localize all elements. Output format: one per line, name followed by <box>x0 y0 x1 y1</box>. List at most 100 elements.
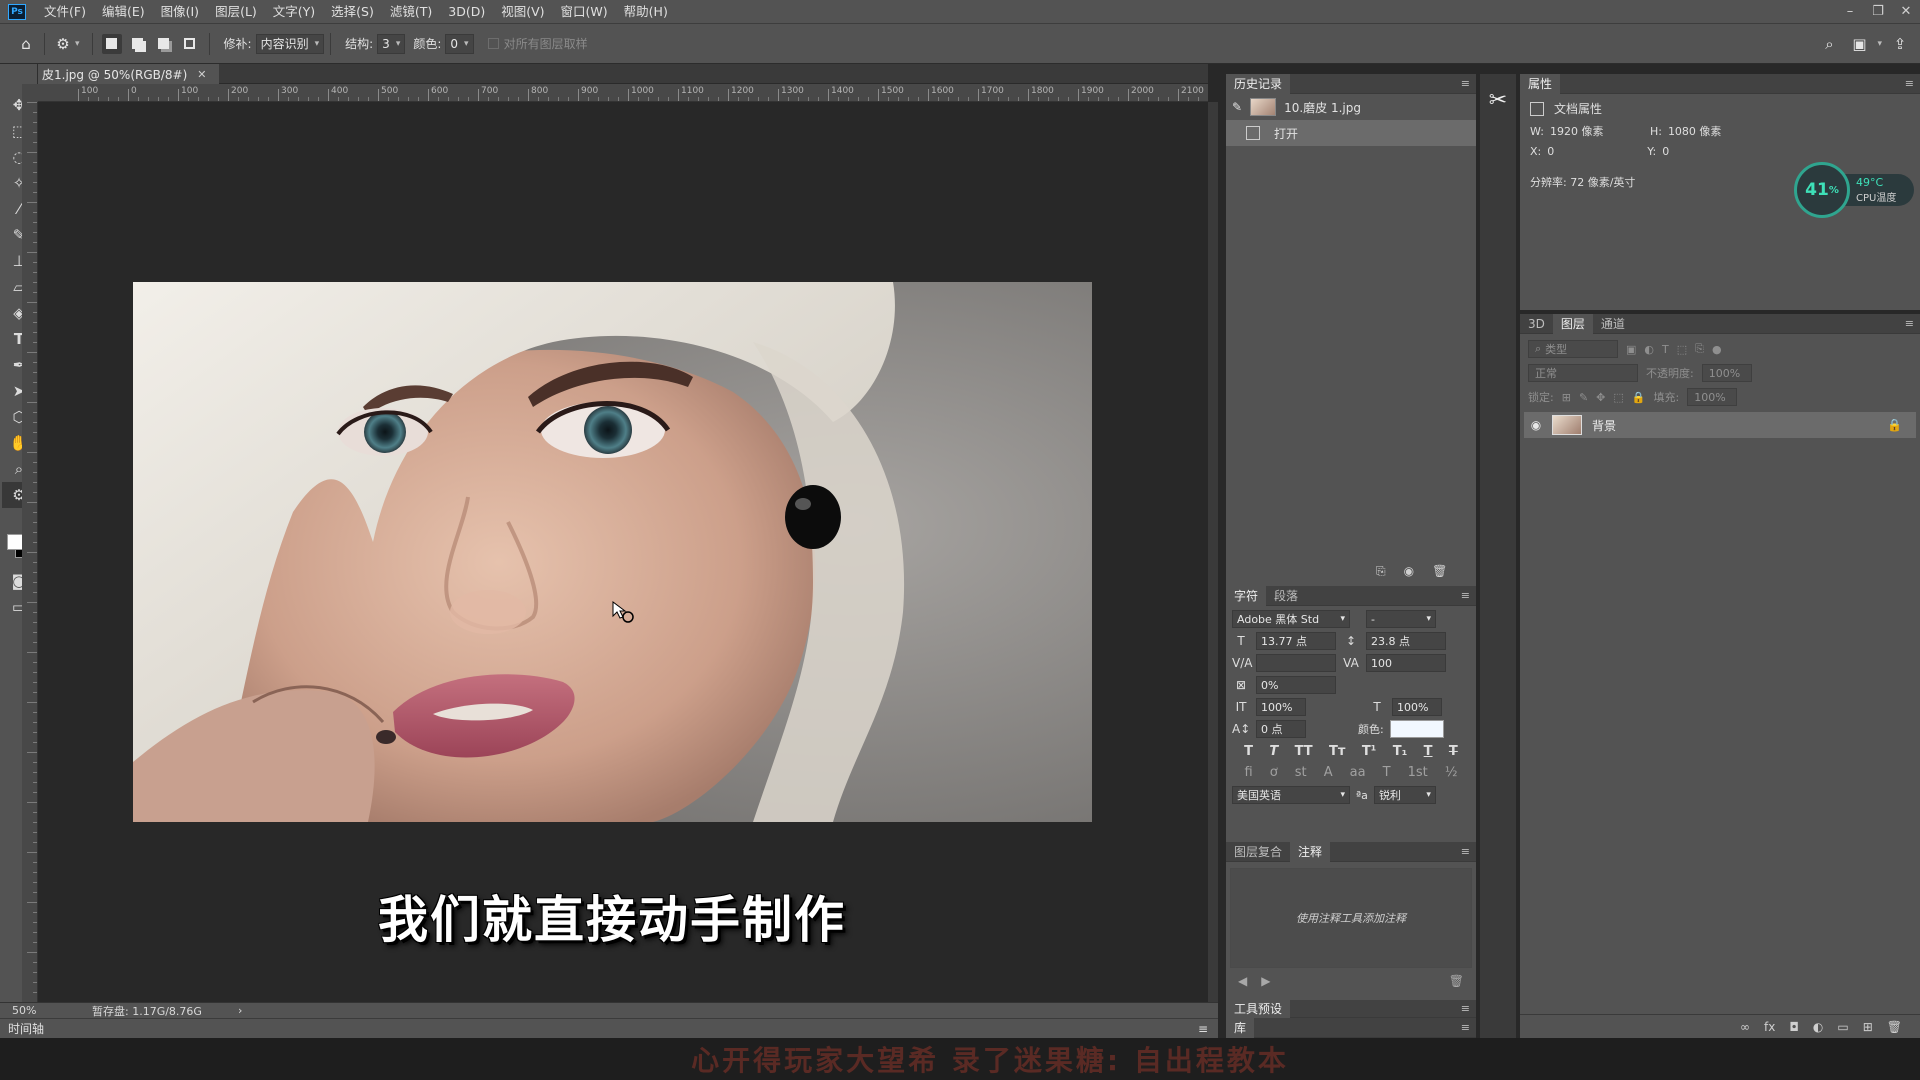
smart-object-filter-icon[interactable]: ⎘ <box>1695 342 1704 356</box>
subtract-selection-mode-button[interactable] <box>154 34 174 54</box>
layer-row[interactable]: ◉ 背景 🔒 <box>1524 412 1916 438</box>
tab-layer-comps[interactable]: 图层复合 <box>1226 842 1290 862</box>
menu-window[interactable]: 窗口(W) <box>553 0 616 24</box>
x-value[interactable]: 0 <box>1547 145 1647 158</box>
menu-layer[interactable]: 图层(L) <box>207 0 265 24</box>
previous-note-icon[interactable]: ◀ <box>1238 974 1247 988</box>
filter-toggle-icon[interactable]: ● <box>1712 343 1722 356</box>
width-value[interactable]: 1920 像素 <box>1550 123 1650 139</box>
lock-artboard-icon[interactable]: ⬚ <box>1613 391 1623 404</box>
panel-menu-icon[interactable]: ≡ <box>1461 1002 1470 1015</box>
new-document-from-state-icon[interactable]: ⎘ <box>1376 564 1386 579</box>
menu-select[interactable]: 选择(S) <box>323 0 382 24</box>
underline-icon[interactable]: T <box>1424 744 1433 759</box>
home-icon[interactable]: ⌂ <box>14 32 38 56</box>
visibility-eye-icon[interactable]: ◉ <box>1524 418 1548 432</box>
new-group-icon[interactable]: ▭ <box>1837 1020 1848 1034</box>
close-icon[interactable]: ✕ <box>197 68 206 81</box>
timeline-panel[interactable]: 时间轴 ≡ <box>0 1018 1218 1038</box>
kerning-field[interactable] <box>1256 654 1336 672</box>
menu-filter[interactable]: 滤镜(T) <box>382 0 440 24</box>
stylistic-icon[interactable]: st <box>1295 765 1307 780</box>
adjustment-filter-icon[interactable]: ◐ <box>1644 343 1654 356</box>
fill-field[interactable]: 100% <box>1687 388 1738 406</box>
portrait-photo[interactable] <box>133 282 1092 822</box>
antialias-select[interactable]: 锐利 ▾ <box>1373 786 1436 804</box>
panel-menu-icon[interactable]: ≡ <box>1905 77 1914 90</box>
add-mask-icon[interactable]: ◘ <box>1789 1020 1799 1034</box>
add-selection-mode-button[interactable] <box>128 34 148 54</box>
document-tab[interactable]: 皮1.jpg @ 50%(RGB/8#) ✕ <box>38 64 219 84</box>
lock-icon[interactable]: 🔒 <box>1887 418 1902 432</box>
menu-image[interactable]: 图像(I) <box>153 0 207 24</box>
panel-menu-icon[interactable]: ≡ <box>1198 1022 1208 1036</box>
y-value[interactable]: 0 <box>1662 145 1669 158</box>
vertical-scale-field[interactable]: 100% <box>1256 698 1306 716</box>
sample-all-layers-checkbox[interactable]: 对所有图层取样 <box>487 35 588 52</box>
leading-field[interactable]: 23.8 点 <box>1366 632 1446 650</box>
menu-3d[interactable]: 3D(D) <box>440 0 493 24</box>
next-note-icon[interactable]: ▶ <box>1261 974 1270 988</box>
tab-paragraph[interactable]: 段落 <box>1266 586 1306 606</box>
canvas-scrollbar[interactable] <box>1208 102 1218 1002</box>
minimize-icon[interactable]: – <box>1836 0 1864 24</box>
library-panel[interactable]: 库 ≡ <box>1226 1017 1476 1038</box>
all-caps-icon[interactable]: TT <box>1295 744 1313 759</box>
ordinals-icon[interactable]: 1st <box>1408 765 1428 780</box>
foreground-color-swatch[interactable] <box>7 534 23 550</box>
properties-title[interactable]: 属性 <box>1520 73 1561 94</box>
cpu-widget[interactable]: 49°C CPU温度 41% <box>1794 162 1914 218</box>
panel-menu-icon[interactable]: ≡ <box>1461 1021 1470 1034</box>
swash-icon[interactable]: A <box>1324 765 1333 780</box>
chevron-down-icon[interactable]: ▾ <box>75 39 80 49</box>
font-family-select[interactable]: Adobe 黑体 Std ▾ <box>1232 610 1350 628</box>
history-snapshot[interactable]: ✎ 10.磨皮 1.jpg <box>1226 94 1476 120</box>
trash-icon[interactable]: 🗑 <box>1887 1020 1902 1034</box>
close-icon[interactable]: ✕ <box>1892 0 1920 24</box>
menu-edit[interactable]: 编辑(E) <box>94 0 153 24</box>
tab-3d[interactable]: 3D <box>1520 314 1553 334</box>
panel-menu-icon[interactable]: ≡ <box>1461 589 1470 602</box>
tracking-field[interactable]: 100 <box>1366 654 1446 672</box>
repair-select[interactable]: 内容识别 ▾ <box>255 33 325 54</box>
brush-source-icon[interactable]: ✎ <box>1232 100 1242 114</box>
layer-filter-select[interactable]: ⌕ 类型 <box>1528 340 1618 358</box>
history-tab[interactable]: 历史记录 <box>1226 73 1291 94</box>
discretionary-ligature-icon[interactable]: ơ <box>1270 765 1278 780</box>
menu-file[interactable]: 文件(F) <box>36 0 94 24</box>
faux-italic-icon[interactable]: T <box>1269 744 1278 759</box>
tab-character[interactable]: 字符 <box>1226 585 1267 606</box>
lock-pixels-icon[interactable]: ✎ <box>1579 391 1588 404</box>
blend-mode-select[interactable]: 正常 <box>1528 364 1638 382</box>
pixel-filter-icon[interactable]: ▣ <box>1626 343 1636 356</box>
tab-notes[interactable]: 注释 <box>1290 841 1331 862</box>
shape-filter-icon[interactable]: ⬚ <box>1677 343 1687 356</box>
faux-bold-icon[interactable]: T <box>1244 744 1253 759</box>
color-select[interactable]: 0 ▾ <box>445 33 474 54</box>
ordinal-icon[interactable]: T <box>1383 765 1391 780</box>
restore-icon[interactable]: ❐ <box>1864 0 1892 24</box>
patch-tool-preset-icon[interactable]: ⚙ <box>51 32 75 56</box>
lock-all-icon[interactable]: 🔒 <box>1632 391 1646 404</box>
tab-channels[interactable]: 通道 <box>1593 314 1633 334</box>
fx-icon[interactable]: fx <box>1764 1020 1775 1034</box>
share-icon[interactable]: ⇪ <box>1888 32 1912 56</box>
subscript-icon[interactable]: T₁ <box>1393 744 1408 759</box>
tool-presets-panel[interactable]: 工具预设 ≡ <box>1226 999 1476 1018</box>
ligature-icon[interactable]: fi <box>1245 765 1253 780</box>
history-step[interactable]: 打开 <box>1226 120 1476 146</box>
font-style-select[interactable]: - ▾ <box>1366 610 1436 628</box>
zoom-level[interactable]: 50% <box>12 1004 72 1017</box>
trash-icon[interactable]: 🗑 <box>1432 564 1447 579</box>
trash-icon[interactable]: 🗑 <box>1449 974 1464 988</box>
link-layers-icon[interactable]: ∞ <box>1740 1020 1750 1034</box>
structure-select[interactable]: 3 ▾ <box>377 33 406 54</box>
adjustment-layer-icon[interactable]: ◐ <box>1813 1020 1823 1034</box>
horizontal-scale-field[interactable]: 100% <box>1392 698 1442 716</box>
chevron-down-icon[interactable]: ▾ <box>1877 39 1882 49</box>
panel-menu-icon[interactable]: ≡ <box>1905 317 1914 330</box>
lock-position-icon[interactable]: ✥ <box>1596 391 1605 404</box>
lock-transparent-icon[interactable]: ⊞ <box>1562 391 1571 404</box>
type-filter-icon[interactable]: T <box>1662 343 1669 356</box>
superscript-icon[interactable]: T¹ <box>1362 744 1377 759</box>
